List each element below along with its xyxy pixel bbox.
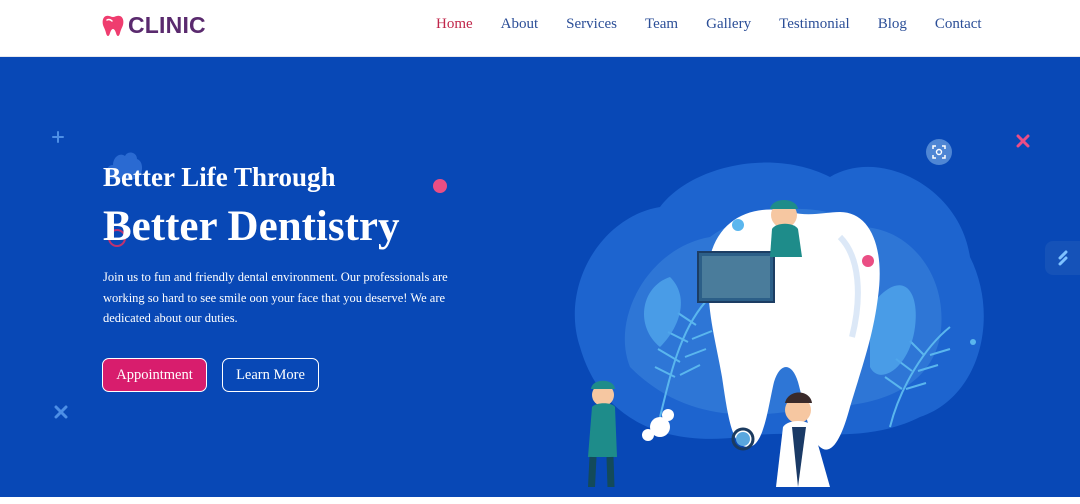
sparkle-icon (52, 131, 64, 143)
nav-gallery[interactable]: Gallery (706, 16, 751, 33)
hero-subtitle: Better Life Through (103, 162, 336, 192)
cross-icon (54, 405, 68, 419)
hero-bottom-strip (0, 497, 1080, 504)
nav-contact[interactable]: Contact (935, 16, 982, 33)
nav-blog[interactable]: Blog (878, 16, 907, 33)
side-widget[interactable] (1045, 241, 1080, 275)
learn-more-button[interactable]: Learn More (222, 358, 319, 392)
nav-about[interactable]: About (501, 16, 539, 33)
hero-description: Join us to fun and friendly dental envir… (103, 270, 448, 325)
tooth-icon (102, 14, 124, 38)
cross-icon (1016, 134, 1030, 148)
logo[interactable]: CLINIC (102, 12, 206, 39)
nav-home[interactable]: Home (436, 16, 473, 33)
lightning-icon (1058, 250, 1067, 266)
hero-section: Better Life Through Better Dentistry Joi… (0, 57, 1080, 497)
brand-name: CLINIC (128, 12, 206, 38)
appointment-button[interactable]: Appointment (102, 358, 207, 392)
nav-team[interactable]: Team (645, 16, 678, 33)
hero-title: Better Dentistry (103, 203, 400, 250)
pink-dot (433, 179, 447, 193)
site-header: CLINIC Home About Services Team Gallery … (0, 0, 1080, 57)
dentists-with-giant-tooth-illustration (574, 162, 984, 487)
nav-services[interactable]: Services (566, 16, 617, 33)
main-nav: Home About Services Team Gallery Testimo… (436, 16, 982, 33)
nav-testimonial[interactable]: Testimonial (779, 16, 850, 33)
scan-zoom-icon[interactable] (926, 139, 952, 165)
